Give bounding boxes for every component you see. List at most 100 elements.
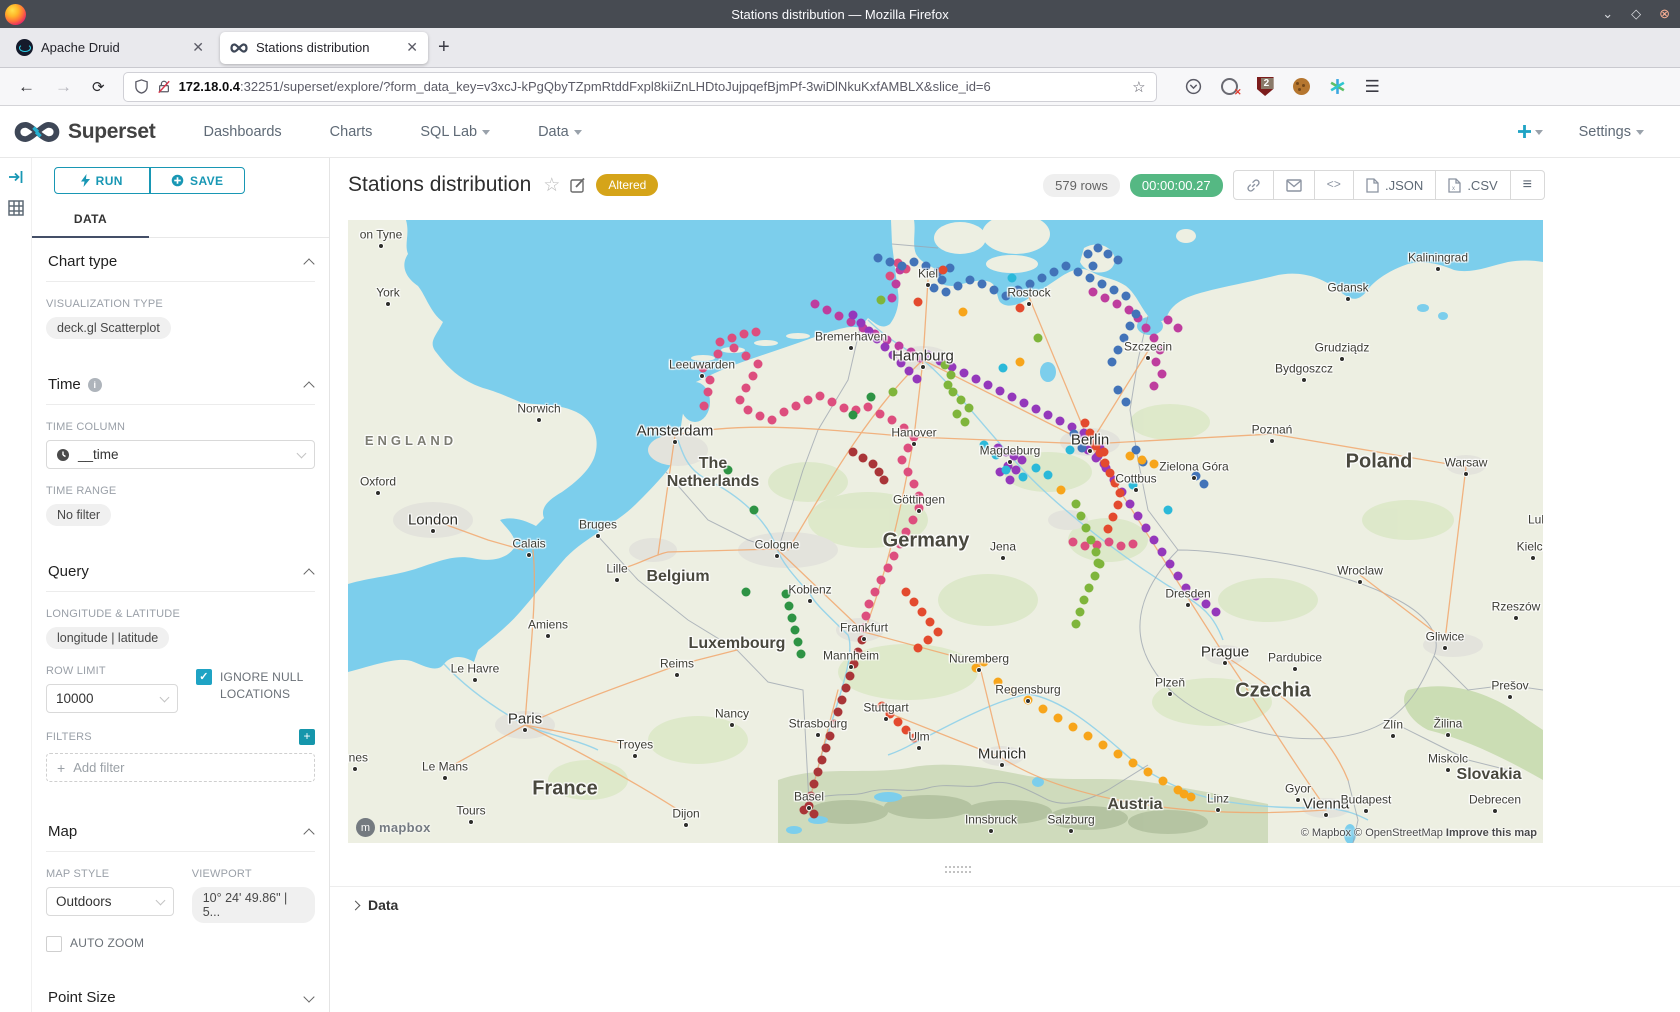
map-label: Prague xyxy=(1201,644,1249,661)
embed-code-button[interactable]: <> xyxy=(1315,171,1354,199)
auto-zoom-checkbox[interactable] xyxy=(46,936,62,952)
chevron-down-icon xyxy=(574,130,582,135)
menu-hamburger-icon[interactable]: ☰ xyxy=(1365,77,1380,97)
add-filter-plus-button[interactable]: + xyxy=(299,729,315,745)
map-style-select[interactable]: Outdoors xyxy=(46,887,174,916)
cookie-extension-icon[interactable] xyxy=(1293,78,1310,95)
data-panel-toggle[interactable]: Data xyxy=(330,886,1680,913)
data-panel-label: Data xyxy=(368,897,398,913)
url-host: 172.18.0.4 xyxy=(179,79,240,94)
city-dot xyxy=(523,728,527,732)
favorite-star-icon[interactable]: ☆ xyxy=(543,174,560,197)
add-filter-input[interactable]: + Add filter xyxy=(46,753,315,782)
ignore-null-label: IGNORE NULL LOCATIONS xyxy=(220,669,306,713)
mapbox-wordmark: mapbox xyxy=(379,820,431,835)
viewport-label: VIEWPORT xyxy=(192,868,315,880)
tab-stations-distribution[interactable]: Stations distribution ✕ xyxy=(220,32,428,64)
map-label: Jena xyxy=(990,540,1016,554)
map-label: Kaliningrad xyxy=(1408,251,1468,265)
run-button[interactable]: RUN xyxy=(54,167,150,194)
map-label: Czechia xyxy=(1235,679,1311,702)
section-query[interactable]: Query xyxy=(46,548,315,592)
chevron-right-icon xyxy=(351,900,361,910)
map-label: Poland xyxy=(1346,450,1413,473)
time-column-select[interactable]: __time xyxy=(46,440,315,469)
save-button[interactable]: SAVE xyxy=(150,167,246,194)
map-label: Linz xyxy=(1207,792,1229,806)
tab-close-icon[interactable]: ✕ xyxy=(406,39,418,56)
section-chart-type[interactable]: Chart type xyxy=(46,238,315,282)
city-dot xyxy=(633,754,637,758)
email-button[interactable] xyxy=(1274,171,1315,199)
city-dot xyxy=(1346,297,1350,301)
nav-charts[interactable]: Charts xyxy=(330,124,373,140)
plus-icon xyxy=(1518,125,1531,138)
chevron-up-icon xyxy=(303,258,314,269)
window-maximize-button[interactable]: ◇ xyxy=(1631,6,1641,22)
viewport-value[interactable]: 10° 24' 49.86" | 5... xyxy=(192,887,315,923)
map-label: Frankfurt xyxy=(840,621,888,635)
improve-map-link[interactable]: Improve this map xyxy=(1446,827,1537,839)
edit-icon[interactable] xyxy=(570,177,586,193)
tab-apache-druid[interactable]: Apache Druid ✕ xyxy=(6,32,214,64)
add-new-button[interactable] xyxy=(1518,125,1543,138)
lonlat-value[interactable]: longitude | latitude xyxy=(46,627,169,649)
export-csv-button[interactable]: x .CSV xyxy=(1436,171,1510,199)
window-close-button[interactable]: ⊗ xyxy=(1659,6,1670,22)
reload-button[interactable]: ⟳ xyxy=(92,78,105,96)
resize-drag-handle[interactable] xyxy=(945,866,971,873)
nav-dashboards[interactable]: Dashboards xyxy=(203,124,281,140)
new-tab-button[interactable]: + xyxy=(438,36,450,59)
url-bar[interactable]: 172.18.0.4:32251/superset/explore/?form_… xyxy=(123,72,1157,102)
row-count-badge: 579 rows xyxy=(1043,174,1120,197)
time-range-label: TIME RANGE xyxy=(46,485,315,497)
nav-sql-lab[interactable]: SQL Lab xyxy=(420,124,490,140)
bookmark-star-icon[interactable]: ☆ xyxy=(1132,78,1145,96)
extension-asterisk-icon[interactable] xyxy=(1329,78,1346,95)
city-dot xyxy=(684,823,688,827)
time-range-value[interactable]: No filter xyxy=(46,504,111,526)
section-time[interactable]: Timei xyxy=(46,361,315,405)
pocket-icon[interactable] xyxy=(1185,78,1202,95)
section-map[interactable]: Map xyxy=(46,808,315,852)
mapbox-logo[interactable]: m mapbox xyxy=(356,818,431,837)
collapse-panel-icon[interactable] xyxy=(8,170,24,184)
tab-close-icon[interactable]: ✕ xyxy=(192,39,204,56)
map-label: Stuttgart xyxy=(863,701,908,715)
link-icon xyxy=(1246,178,1261,193)
city-dot xyxy=(730,723,734,727)
chart-menu-button[interactable]: ≡ xyxy=(1511,171,1544,199)
copy-link-button[interactable] xyxy=(1234,171,1274,199)
url-text[interactable]: 172.18.0.4:32251/superset/explore/?form_… xyxy=(179,79,1125,94)
ublock-icon[interactable]: u2 xyxy=(1257,77,1274,96)
export-json-button[interactable]: .JSON xyxy=(1354,171,1436,199)
insecure-lock-icon[interactable] xyxy=(157,79,171,94)
tab-data[interactable]: DATA xyxy=(32,212,149,226)
control-panel: RUN SAVE DATA Chart type VISUALIZATION T… xyxy=(32,158,330,1012)
row-limit-select[interactable]: 10000 xyxy=(46,684,178,713)
superset-logo[interactable]: Superset xyxy=(14,120,155,144)
section-point-size[interactable]: Point Size xyxy=(46,974,315,1012)
time-column-value: __time xyxy=(78,447,119,462)
tracking-shield-icon[interactable] xyxy=(134,79,149,94)
city-dot xyxy=(1340,357,1344,361)
viz-type-value[interactable]: deck.gl Scatterplot xyxy=(46,317,171,339)
forward-button[interactable]: → xyxy=(55,77,72,97)
map-label: Reims xyxy=(660,657,694,671)
map-attribution: © Mapbox © OpenStreetMap Improve this ma… xyxy=(1301,827,1537,839)
city-dot xyxy=(1026,699,1030,703)
back-button[interactable]: ← xyxy=(18,77,35,97)
map-label: Gliwice xyxy=(1426,630,1465,644)
window-minimize-button[interactable]: ⌄ xyxy=(1602,6,1613,22)
privacy-extension-icon[interactable] xyxy=(1221,78,1238,95)
nav-data[interactable]: Data xyxy=(538,124,582,140)
city-dot xyxy=(807,806,811,810)
time-column-label: TIME COLUMN xyxy=(46,421,315,433)
ignore-null-checkbox[interactable]: ✓ xyxy=(196,669,212,685)
nav-settings[interactable]: Settings xyxy=(1579,124,1644,140)
map-label: Luxembourg xyxy=(689,635,786,653)
datasource-grid-icon[interactable] xyxy=(8,200,24,216)
map-label: Ulm xyxy=(908,730,929,744)
map-canvas[interactable]: on TyneYorkENGLANDNorwichOxfordLondonCal… xyxy=(348,220,1543,843)
map-label: Plzeň xyxy=(1155,676,1185,690)
